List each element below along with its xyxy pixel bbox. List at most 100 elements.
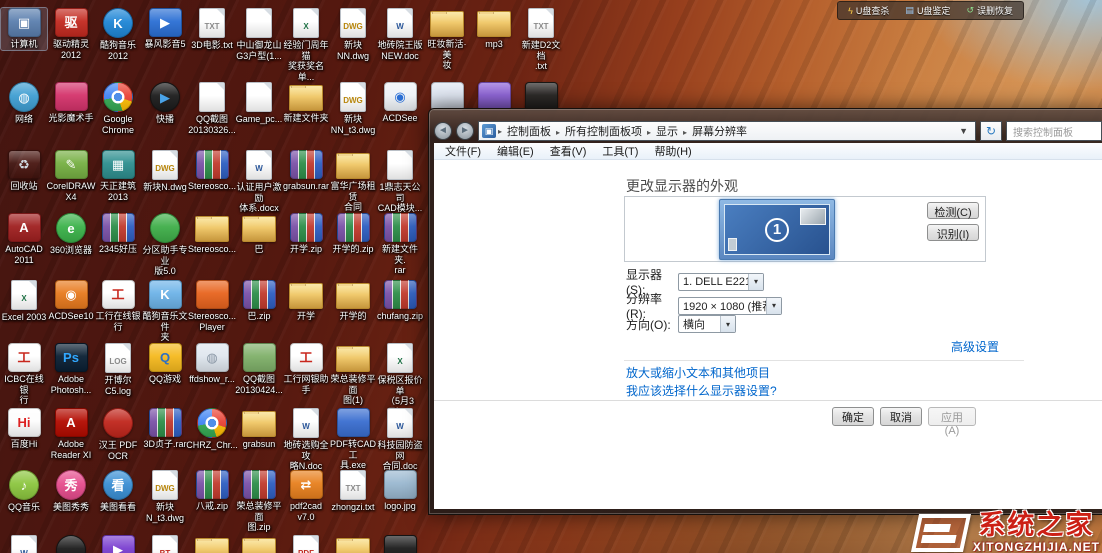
desktop-icon[interactable]: AAdobe Reader XI <box>48 408 94 460</box>
undelete-restore-button[interactable]: ↺误删恢复 <box>966 4 1013 17</box>
desktop-icon[interactable]: ♪QQ音乐 <box>1 470 47 513</box>
desktop-icon[interactable]: grabsun.rar <box>283 150 329 192</box>
menu-item[interactable]: 查看(V) <box>543 143 594 159</box>
breadcrumb-item[interactable]: 所有控制面板项 <box>560 126 647 138</box>
desktop-icon[interactable]: mp3 <box>471 8 517 50</box>
desktop-icon[interactable]: PDF <box>283 535 329 553</box>
desktop-icon[interactable]: 汉王 PDF OCR <box>95 408 141 461</box>
desktop-icon[interactable]: e360浏览器 <box>48 213 94 256</box>
menu-item[interactable]: 帮助(H) <box>647 143 698 159</box>
desktop-icon[interactable]: 荣总装修平面 图.zip <box>236 470 282 533</box>
ok-button[interactable]: 确定 <box>832 407 874 426</box>
breadcrumb-item[interactable]: 显示 <box>651 126 683 138</box>
desktop-icon[interactable]: TXTzhongzi.txt <box>330 470 376 513</box>
desktop-icon[interactable]: Google Chrome <box>95 82 141 135</box>
desktop-icon[interactable] <box>236 535 282 553</box>
desktop-icon[interactable]: ▣计算机 <box>1 8 47 50</box>
desktop-icon[interactable]: ▶快播 <box>142 82 188 125</box>
usb-verify-button[interactable]: ▤U盘鉴定 <box>905 4 950 17</box>
address-bar[interactable]: ▣ ▸ 控制面板▸所有控制面板项▸显示▸屏幕分辨率 ▼ <box>478 121 976 141</box>
desktop-icon[interactable]: TXT3D电影.txt <box>189 8 235 51</box>
desktop-icon[interactable]: W科技园防盗网 合同.doc <box>377 408 423 472</box>
desktop-icon[interactable]: QQ截图 20130424... <box>236 343 282 395</box>
display-select[interactable]: 1. DELL E2211H▾ <box>678 273 764 291</box>
desktop-icon[interactable]: 新建文件夹 <box>283 82 329 124</box>
desktop-icon[interactable] <box>189 535 235 553</box>
desktop-icon[interactable]: TXT新建D2文档 .txt <box>518 8 564 72</box>
search-box[interactable]: 搜索控制面板 <box>1006 121 1102 141</box>
desktop-icon[interactable]: DWG新块 N_t3.dwg <box>142 470 188 523</box>
menu-item[interactable]: 工具(T) <box>595 143 645 159</box>
desktop-icon[interactable]: 巴 <box>236 213 282 255</box>
desktop-icon[interactable]: 工ICBC在线银 行 <box>1 343 47 406</box>
desktop-icon[interactable]: grabsun <box>236 408 282 450</box>
help-link[interactable]: 放大或缩小文本和其他项目 <box>626 364 770 381</box>
desktop-icon[interactable]: ◉ACDSee <box>377 82 423 124</box>
chevron-down-icon[interactable]: ▼ <box>955 126 972 136</box>
cancel-button[interactable]: 取消 <box>880 407 922 426</box>
desktop-icon[interactable]: Stereosco... <box>189 213 235 255</box>
desktop-icon[interactable]: ◍ffdshow_r... <box>189 343 235 385</box>
desktop-icon[interactable]: 中山御龙山 G3户型(1... <box>236 8 282 61</box>
desktop-icon[interactable]: W <box>1 535 47 553</box>
desktop-icon[interactable]: Game_pc... <box>236 82 282 125</box>
desktop-icon[interactable]: BT <box>142 535 188 553</box>
desktop-icon[interactable]: PsAdobe Photosh... <box>48 343 94 395</box>
orientation-select[interactable]: 横向▾ <box>678 315 736 333</box>
desktop-icon[interactable]: AAutoCAD 2011 <box>1 213 47 265</box>
help-link[interactable]: 我应该选择什么显示器设置? <box>626 382 777 399</box>
advanced-settings-link[interactable]: 高级设置 <box>951 338 999 355</box>
desktop-icon[interactable]: 开学 <box>283 280 329 322</box>
desktop-icon[interactable]: DWG新块 NN_t3.dwg <box>330 82 376 135</box>
back-button[interactable]: ◄ <box>434 122 452 140</box>
desktop-icon[interactable]: 工工行网银助手 <box>283 343 329 395</box>
desktop-icon[interactable]: PDF转CAD工 具.exe <box>330 408 376 471</box>
breadcrumb-item[interactable]: 控制面板 <box>502 126 556 138</box>
desktop-icon[interactable]: DWG新块NN.dwg <box>330 8 376 61</box>
refresh-button[interactable]: ↻ <box>980 121 1002 141</box>
identify-button[interactable]: 识别(I) <box>927 224 979 241</box>
desktop-icon[interactable]: ▶暴风影音5 <box>142 8 188 50</box>
desktop-icon[interactable] <box>377 535 423 553</box>
desktop-icon[interactable]: ▦天正建筑 2013 <box>95 150 141 202</box>
desktop-icon[interactable]: 八戒.zip <box>189 470 235 512</box>
desktop-icon[interactable]: CHRZ_Chr... <box>189 408 235 451</box>
desktop-icon[interactable]: X经验门周年猫 奖获奖名单... <box>283 8 329 82</box>
desktop-icon[interactable]: K酷狗音乐 2012 <box>95 8 141 61</box>
desktop-icon[interactable]: Hi百度Hi <box>1 408 47 450</box>
desktop-icon[interactable]: 秀美图秀秀 <box>48 470 94 513</box>
desktop-icon[interactable]: W认证用户激励 体系.docx <box>236 150 282 214</box>
desktop-icon[interactable]: ▶ <box>95 535 141 553</box>
desktop-icon[interactable]: Stereosco... Player <box>189 280 235 332</box>
desktop-icon[interactable]: 3D贞子.rar <box>142 408 188 450</box>
usb-scan-button[interactable]: ϟU盘查杀 <box>848 4 889 17</box>
desktop-icon[interactable]: K酷狗音乐文件 夹 <box>142 280 188 343</box>
desktop-icon[interactable]: ♻回收站 <box>1 150 47 192</box>
desktop-icon[interactable]: ⇄pdf2cad v7.0 <box>283 470 329 522</box>
menu-item[interactable]: 文件(F) <box>438 143 488 159</box>
desktop-icon[interactable]: 开学的 <box>330 280 376 322</box>
resolution-select[interactable]: 1920 × 1080 (推荐)▾ <box>678 297 782 315</box>
desktop-icon[interactable]: X保税区报价单 （5月3日）... <box>377 343 423 417</box>
desktop-icon[interactable]: 新建文件夹. rar <box>377 213 423 276</box>
monitor-1[interactable]: 1 <box>719 199 835 260</box>
desktop-icon[interactable]: XExcel 2003 <box>1 280 47 323</box>
desktop-icon[interactable]: 工工行在线银行 <box>95 280 141 332</box>
desktop-icon[interactable]: ◉ACDSee10 <box>48 280 94 322</box>
desktop-icon[interactable]: QQQ游戏 <box>142 343 188 385</box>
desktop-icon[interactable]: ✎CorelDRAW X4 <box>48 150 94 202</box>
menu-item[interactable]: 编辑(E) <box>490 143 541 159</box>
forward-button[interactable]: ► <box>456 122 474 140</box>
desktop-icon[interactable]: Stereosco... <box>189 150 235 192</box>
desktop-icon[interactable]: 1鼎志天公司 CAD模块... <box>377 150 423 214</box>
desktop-icon[interactable]: 富华广场租赁 合同 <box>330 150 376 213</box>
desktop-icon[interactable]: 分区助手专业 版5.0 <box>142 213 188 277</box>
desktop-icon[interactable]: 荣总装修平面 图(1) <box>330 343 376 406</box>
desktop-icon[interactable]: 看美图看看 <box>95 470 141 513</box>
desktop-icon[interactable]: logo.jpg <box>377 470 423 512</box>
window-titlebar[interactable] <box>434 109 1102 121</box>
desktop-icon[interactable] <box>330 535 376 553</box>
breadcrumb-item[interactable]: 屏幕分辨率 <box>687 126 752 138</box>
desktop-icon[interactable]: LOG开博尔 C5.log <box>95 343 141 396</box>
detect-button[interactable]: 检测(C) <box>927 202 979 219</box>
